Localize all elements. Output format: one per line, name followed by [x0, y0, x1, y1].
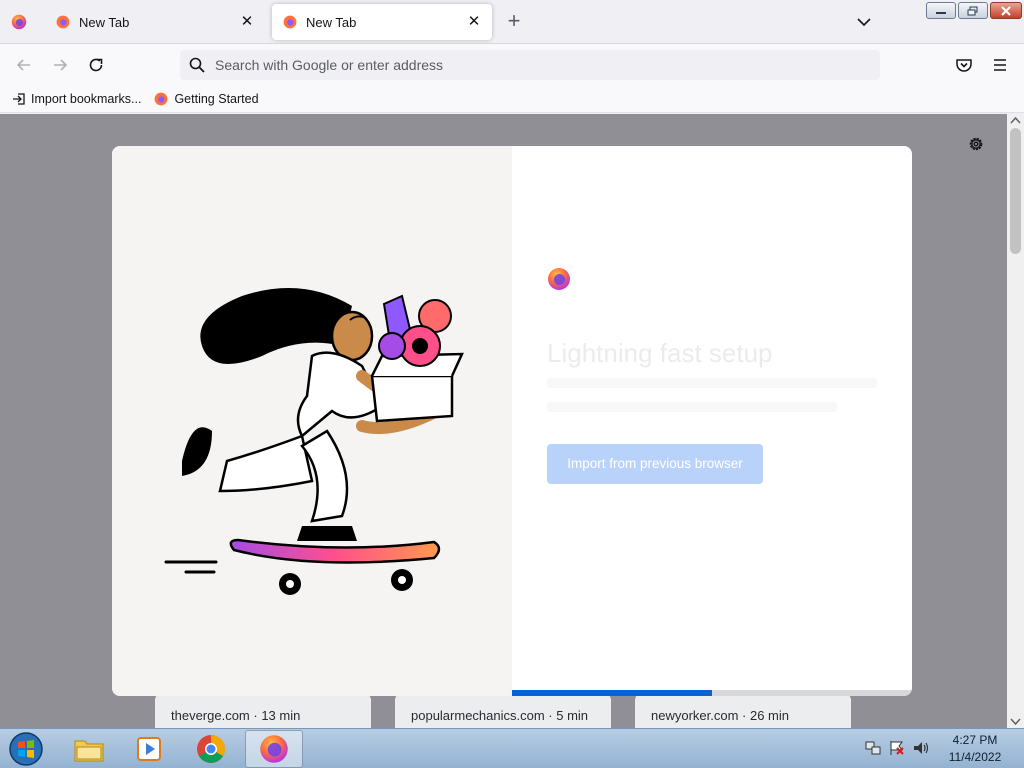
tab-label: New Tab — [306, 14, 357, 30]
modal-title: Lightning fast setup — [547, 338, 773, 368]
gear-icon[interactable] — [966, 134, 986, 154]
scroll-up-arrow-icon[interactable] — [1010, 116, 1021, 124]
bookmark-getting-started[interactable]: Getting Started — [153, 91, 259, 107]
tab-new-tab-1[interactable]: New Tab ✕ — [45, 4, 265, 40]
firefox-icon — [155, 92, 168, 106]
tab-new-tab-2[interactable]: New Tab ✕ — [272, 4, 492, 40]
back-arrow-icon[interactable] — [14, 55, 34, 75]
search-icon — [189, 57, 205, 73]
modal-subtitle-line — [547, 378, 877, 388]
modal-content-panel: Lightning fast setup Import from previou… — [512, 146, 912, 696]
address-input[interactable] — [215, 57, 815, 73]
windows-start-button-icon[interactable] — [6, 731, 46, 767]
bookmark-label: Import bookmarks... — [31, 92, 142, 106]
bookmarks-toolbar: Import bookmarks... Getting Started — [0, 86, 1024, 113]
scroll-down-arrow-icon[interactable] — [1010, 718, 1021, 726]
import-icon — [13, 93, 25, 105]
skateboarder-illustration — [164, 288, 464, 595]
taskbar-chrome[interactable] — [182, 730, 240, 768]
top-site-card[interactable]: popularmechanics.com · 5 min — [395, 694, 611, 728]
bookmark-import[interactable]: Import bookmarks... — [12, 92, 141, 106]
scrollbar-thumb[interactable] — [1010, 128, 1021, 254]
top-site-card[interactable]: newyorker.com · 26 min — [635, 694, 851, 728]
tab-bar: New Tab ✕ New Tab ✕ + — [0, 0, 1024, 44]
modal-illustration-panel — [112, 146, 512, 696]
tab-label: New Tab — [79, 14, 130, 30]
onboarding-progress-fill — [512, 690, 712, 696]
close-tab-icon[interactable]: ✕ — [239, 14, 255, 30]
window-controls — [926, 2, 1022, 19]
top-site-label: newyorker.com · 26 min — [651, 708, 789, 723]
firefox-icon — [260, 735, 288, 763]
action-center-flag-icon[interactable] — [888, 739, 906, 757]
modal-subtitle-line — [547, 402, 837, 412]
clock-date: 11/4/2022 — [948, 750, 1002, 764]
network-icon[interactable] — [864, 739, 882, 757]
minimize-button[interactable] — [926, 2, 956, 19]
top-site-card[interactable]: theverge.com · 13 min — [155, 694, 371, 728]
volume-icon[interactable] — [912, 739, 930, 757]
taskbar-media-player[interactable] — [120, 730, 178, 768]
hamburger-menu-icon[interactable] — [990, 55, 1010, 75]
forward-arrow-icon[interactable] — [50, 55, 70, 75]
onboarding-modal: Lightning fast setup Import from previou… — [112, 146, 912, 696]
folder-icon — [74, 740, 104, 762]
taskbar-clock[interactable]: 4:27 PM 11/4/2022 — [940, 732, 1010, 766]
chrome-icon — [197, 735, 225, 763]
top-site-label: theverge.com · 13 min — [171, 708, 301, 723]
taskbar-windows-explorer[interactable] — [60, 730, 118, 768]
restore-button[interactable] — [958, 2, 988, 19]
close-window-button[interactable] — [990, 2, 1022, 19]
close-icon — [1001, 6, 1011, 16]
firefox-icon — [283, 15, 297, 29]
navigation-toolbar — [0, 44, 1024, 86]
close-tab-icon[interactable]: ✕ — [466, 14, 482, 30]
list-all-tabs-chevron-icon[interactable] — [854, 13, 874, 31]
top-sites: theverge.com · 13 min popularmechanics.c… — [155, 694, 855, 728]
onboarding-progress-bar — [512, 690, 912, 696]
bookmark-label: Getting Started — [174, 92, 259, 106]
system-tray — [864, 739, 930, 757]
firefox-icon — [56, 15, 70, 29]
minimize-icon — [936, 12, 946, 14]
page-content: theverge.com · 13 min popularmechanics.c… — [0, 114, 1024, 728]
scrollbar[interactable] — [1007, 114, 1024, 728]
media-player-icon — [137, 737, 161, 761]
url-bar[interactable] — [180, 50, 880, 80]
windows-taskbar: 4:27 PM 11/4/2022 — [0, 728, 1024, 768]
restore-icon — [967, 6, 978, 16]
taskbar-firefox[interactable] — [245, 730, 303, 768]
reload-icon[interactable] — [86, 55, 106, 75]
pocket-icon[interactable] — [954, 55, 974, 75]
clock-time: 4:27 PM — [952, 733, 998, 747]
firefox-view-icon[interactable] — [10, 13, 28, 31]
firefox-logo-icon — [548, 268, 570, 290]
import-from-previous-browser-button[interactable]: Import from previous browser — [547, 444, 763, 484]
new-tab-button[interactable]: + — [503, 10, 525, 33]
top-site-label: popularmechanics.com · 5 min — [411, 708, 589, 723]
